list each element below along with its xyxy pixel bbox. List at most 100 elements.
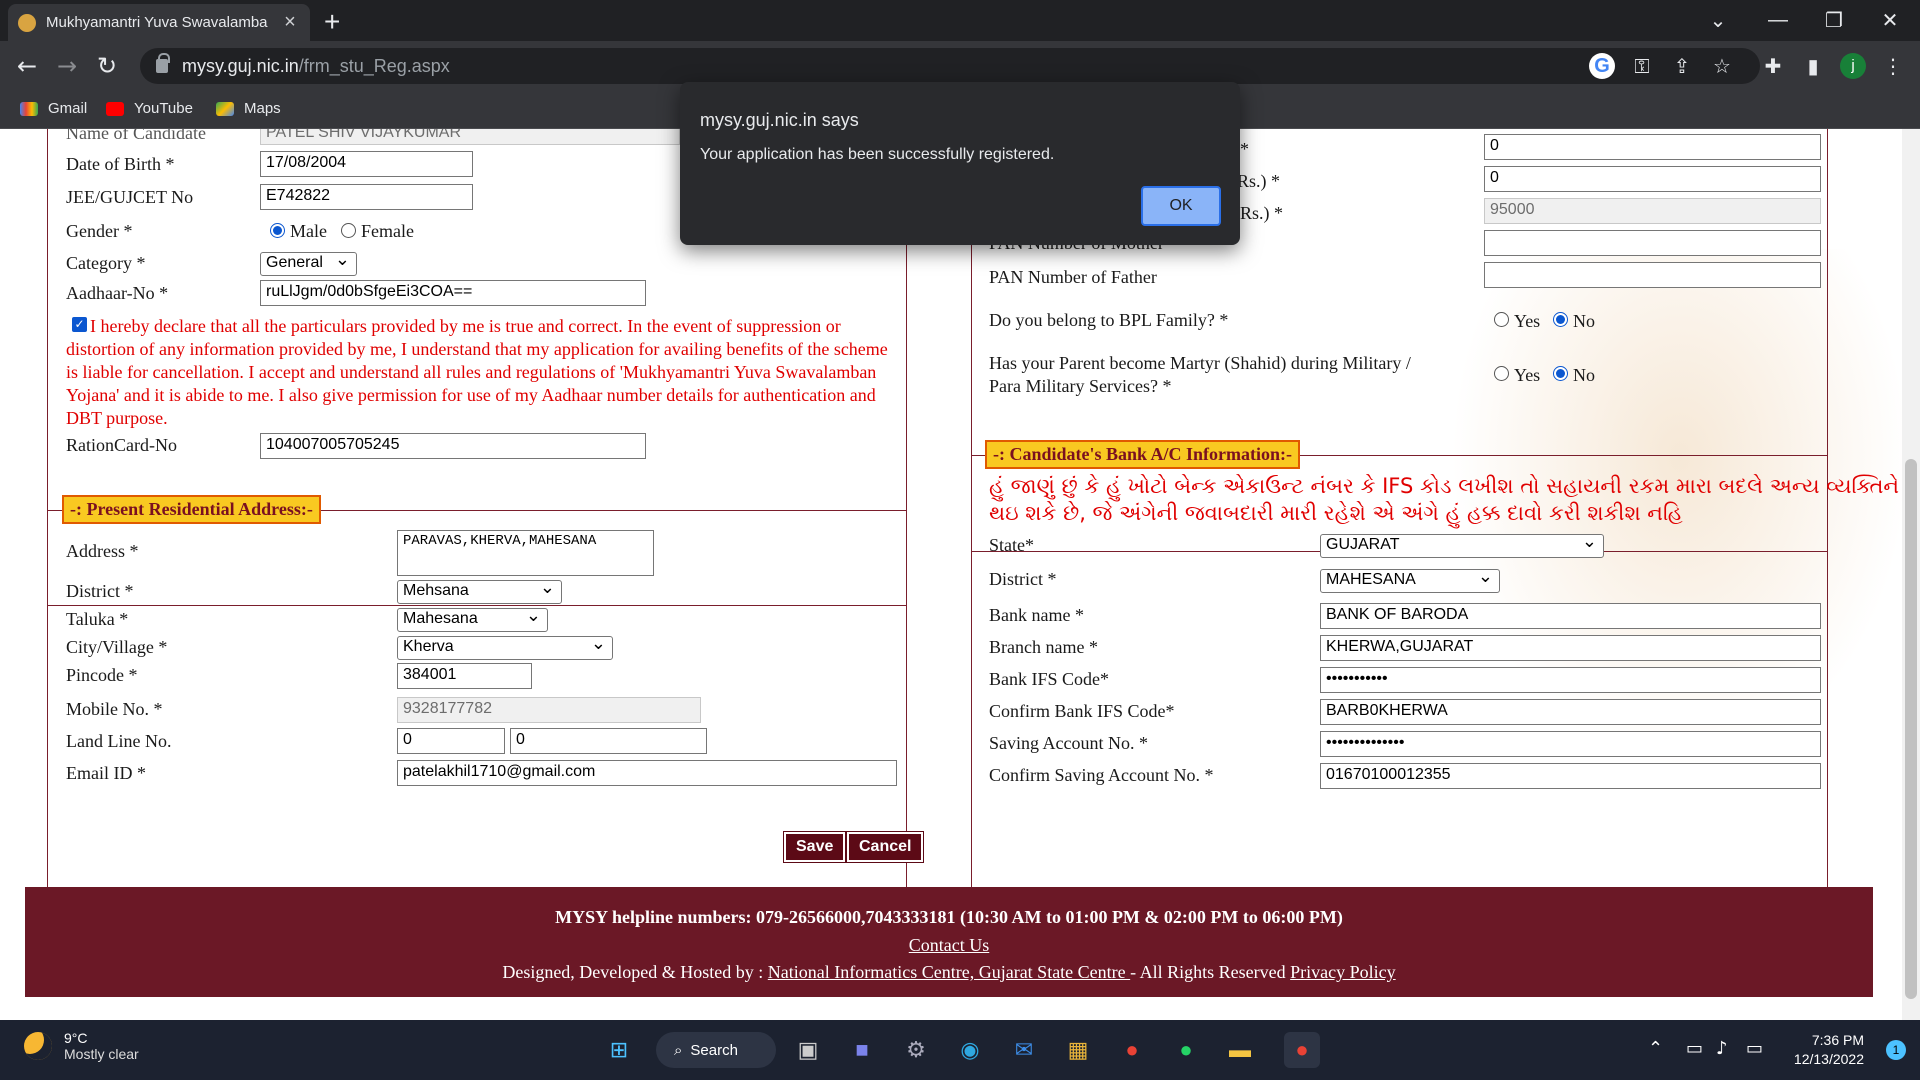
- income-total-field: 95000: [1484, 198, 1821, 224]
- nic-link[interactable]: National Informatics Centre, Gujarat Sta…: [768, 962, 1130, 982]
- battery-icon[interactable]: ▭: [1746, 1038, 1763, 1059]
- close-window-button[interactable]: ✕: [1860, 0, 1920, 41]
- menu-kebab-icon[interactable]: ⋮: [1880, 53, 1906, 79]
- url-domain: mysy.guj.nic.in: [182, 55, 299, 76]
- gender-female-radio[interactable]: [341, 223, 356, 238]
- district-select[interactable]: Mehsana: [397, 577, 562, 604]
- taskbar-search[interactable]: ⌕ Search: [656, 1032, 776, 1068]
- contact-us-link[interactable]: Contact Us: [909, 935, 990, 955]
- bpl-no-radio[interactable]: [1553, 312, 1568, 327]
- windows-start-icon[interactable]: ⊞: [601, 1032, 637, 1068]
- bank-info-panel: [971, 455, 1828, 938]
- pan-father-field[interactable]: [1484, 262, 1821, 288]
- search-icon: ⌕: [674, 1041, 683, 1059]
- browser-tab[interactable]: Mukhyamantri Yuva Swavalamba ×: [8, 4, 310, 41]
- address-bar[interactable]: mysy.guj.nic.in/frm_stu_Reg.aspx: [140, 48, 1760, 84]
- back-arrow-icon[interactable]: ←: [12, 51, 42, 81]
- helpline-text: MYSY helpline numbers: 079-26566000,7043…: [555, 907, 1343, 927]
- branch-name-field[interactable]: KHERWA,GUJARAT: [1320, 635, 1821, 661]
- store-icon[interactable]: ▦: [1060, 1032, 1096, 1068]
- dob-field[interactable]: 17/08/2004: [260, 151, 473, 177]
- account-label: Saving Account No. *: [989, 733, 1148, 753]
- email-field[interactable]: patelakhil1710@gmail.com: [397, 760, 897, 786]
- taluka-select[interactable]: Mahesana: [397, 605, 548, 632]
- network-icon[interactable]: ▭: [1686, 1038, 1703, 1059]
- confirm-ifsc-field[interactable]: BARB0KHERWA: [1320, 699, 1821, 725]
- address-textarea[interactable]: PARAVAS,KHERVA,MAHESANA: [397, 530, 654, 576]
- category-select[interactable]: General: [260, 249, 357, 276]
- pan-father-label: PAN Number of Father: [989, 267, 1157, 287]
- ration-field[interactable]: 104007005705245: [260, 433, 646, 459]
- bookmark-gmail[interactable]: Gmail: [20, 100, 87, 117]
- ifsc-password-field[interactable]: •••••••••••: [1320, 667, 1821, 693]
- bookmark-maps[interactable]: Maps: [216, 100, 281, 117]
- gmail-icon: [20, 101, 38, 116]
- clock-time: 7:36 PM: [1811, 1032, 1864, 1048]
- side-panel-icon[interactable]: ▮: [1800, 53, 1826, 79]
- landline-std-field[interactable]: 0: [397, 728, 505, 754]
- city-select[interactable]: Kherva: [397, 633, 613, 660]
- chat-icon[interactable]: ■: [844, 1032, 880, 1068]
- jee-field[interactable]: E742822: [260, 184, 473, 210]
- mail-icon[interactable]: ✉: [1006, 1032, 1042, 1068]
- show-hidden-icons-icon[interactable]: ⌃: [1648, 1038, 1663, 1059]
- windows-taskbar: 9°C Mostly clear ⊞ ⌕ Search ▣ ■ ⚙ ◉ ✉ ▦ …: [0, 1020, 1920, 1080]
- close-tab-icon[interactable]: ×: [280, 11, 300, 34]
- bank-state-select[interactable]: GUJARAT: [1320, 531, 1604, 558]
- restore-button[interactable]: ❐: [1804, 0, 1864, 41]
- new-tab-button[interactable]: +: [324, 6, 340, 38]
- tab-search-icon[interactable]: ⌄: [1688, 0, 1748, 41]
- extensions-puzzle-icon[interactable]: ✚: [1760, 53, 1786, 79]
- martyr-no-radio[interactable]: [1553, 366, 1568, 381]
- google-lens-icon[interactable]: G: [1589, 53, 1615, 79]
- privacy-policy-link[interactable]: Privacy Policy: [1290, 962, 1396, 982]
- bpl-yes-radio[interactable]: [1494, 312, 1509, 327]
- bookmark-youtube[interactable]: YouTube: [106, 100, 193, 117]
- reload-icon[interactable]: ↻: [92, 51, 122, 81]
- taluka-label: Taluka *: [66, 609, 129, 629]
- forward-arrow-icon[interactable]: →: [52, 51, 82, 81]
- notification-badge[interactable]: 1: [1886, 1040, 1906, 1060]
- taskbar-clock[interactable]: 7:36 PM 12/13/2022: [1794, 1031, 1864, 1069]
- weather-temp: 9°C: [64, 1030, 88, 1046]
- profile-avatar[interactable]: j: [1840, 53, 1866, 79]
- key-icon[interactable]: ⚿: [1629, 53, 1655, 79]
- cancel-button[interactable]: Cancel: [845, 831, 925, 863]
- share-icon[interactable]: ⇪: [1669, 53, 1695, 79]
- settings-gear-icon[interactable]: ⚙: [898, 1032, 934, 1068]
- volume-icon[interactable]: ♪: [1716, 1038, 1728, 1059]
- pan-mother-field[interactable]: [1484, 230, 1821, 256]
- weather-widget[interactable]: 9°C Mostly clear: [24, 1030, 139, 1062]
- income-row2-field[interactable]: 0: [1484, 166, 1821, 192]
- chrome-icon[interactable]: ●: [1114, 1032, 1150, 1068]
- account-password-field[interactable]: ••••••••••••••: [1320, 731, 1821, 757]
- bpl-yes-label: Yes: [1514, 311, 1541, 331]
- whatsapp-icon[interactable]: ●: [1168, 1032, 1204, 1068]
- bank-district-select[interactable]: MAHESANA: [1320, 566, 1500, 593]
- rights-text: - All Rights Reserved: [1130, 962, 1291, 982]
- alert-dialog: mysy.guj.nic.in says Your application ha…: [680, 82, 1240, 245]
- bank-name-field[interactable]: BANK OF BARODA: [1320, 603, 1821, 629]
- dialog-ok-button[interactable]: OK: [1141, 186, 1221, 226]
- scrollbar-thumb[interactable]: [1905, 459, 1917, 999]
- martyr-no-label: No: [1573, 365, 1595, 385]
- confirm-account-field[interactable]: 01670100012355: [1320, 763, 1821, 789]
- page-scrollbar[interactable]: [1902, 129, 1920, 1020]
- edge-browser-icon[interactable]: ◉: [952, 1032, 988, 1068]
- martyr-label-line1: Has your Parent become Martyr (Shahid) d…: [989, 353, 1411, 373]
- gender-male-radio[interactable]: [270, 223, 285, 238]
- save-button[interactable]: Save: [782, 831, 847, 863]
- aadhaar-field[interactable]: ruLlJgm/0d0bSfgeEi3COA==: [260, 280, 646, 306]
- income-row1-field[interactable]: 0: [1484, 134, 1821, 160]
- file-explorer-icon[interactable]: ▬: [1222, 1032, 1258, 1068]
- task-view-icon[interactable]: ▣: [790, 1032, 826, 1068]
- pincode-field[interactable]: 384001: [397, 663, 532, 689]
- martyr-yes-radio[interactable]: [1494, 366, 1509, 381]
- landline-number-field[interactable]: 0: [510, 728, 707, 754]
- chrome-active-icon[interactable]: ●: [1284, 1032, 1320, 1068]
- income-row2-label: Rs.) *: [1237, 171, 1281, 191]
- dob-label: Date of Birth *: [66, 154, 175, 174]
- weather-desc: Mostly clear: [64, 1046, 139, 1062]
- bookmark-star-icon[interactable]: ☆: [1709, 53, 1735, 79]
- minimize-button[interactable]: —: [1748, 0, 1808, 41]
